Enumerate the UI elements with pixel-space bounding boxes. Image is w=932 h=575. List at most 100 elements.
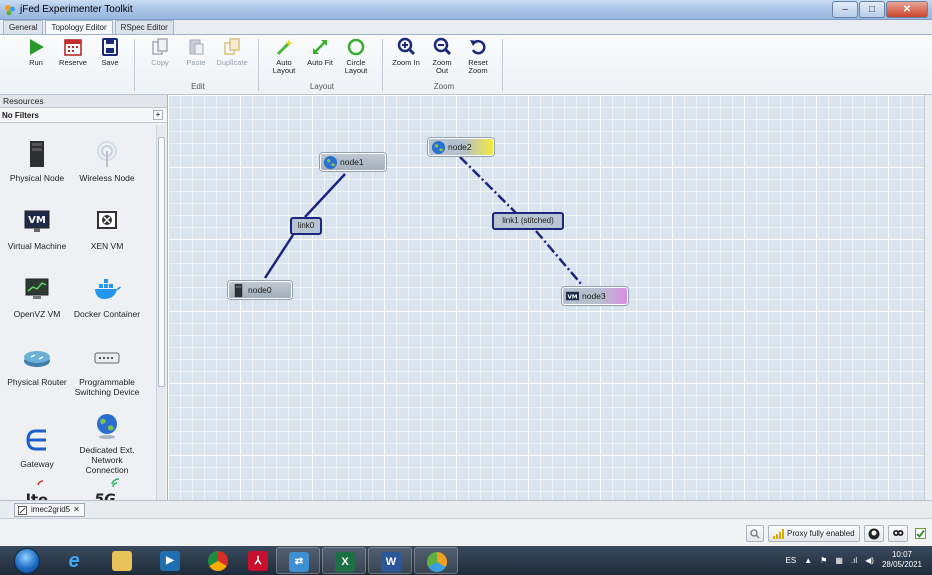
svg-text:5G: 5G [94,492,115,500]
canvas-scrollbar[interactable] [924,95,932,500]
ribbon-toolbar: Run Reserve Save Copy Paste Duplicate Ed… [0,35,932,95]
signal-icon[interactable]: .ıl [851,556,857,565]
duplicate-label: Duplicate [216,58,248,67]
search-key-button[interactable] [746,525,764,542]
taskbar-ie[interactable]: e [52,547,96,574]
run-button[interactable]: Run [20,37,52,83]
proxy-status-button[interactable]: Proxy fully enabled [768,525,860,542]
reset-zoom-button[interactable]: Reset Zoom [462,37,494,83]
resource-physical-node[interactable]: Physical Node [2,139,72,183]
zoom-group-label: Zoom [433,82,455,91]
paste-button[interactable]: Paste [180,37,212,83]
system-tray: ES ▲ ⚑ ▦ .ıl ◀) 10:07 28/05/2021 [786,550,922,570]
circle-layout-label: Circle Layout [344,58,368,75]
close-button[interactable]: ✕ [886,1,928,18]
globe-icon [323,155,338,170]
taskbar-excel[interactable]: X [322,547,366,574]
filter-row[interactable]: No Filters + [0,108,167,123]
chrome-icon [208,551,228,571]
globe-icon [431,140,446,155]
resource-dedicated-ext-network[interactable]: Dedicated Ext. Network Connection [72,411,142,475]
taskbar-network-tool[interactable]: ⇄ [276,547,320,574]
taskbar-word[interactable]: W [368,547,412,574]
tab-general[interactable]: General [3,20,44,34]
network-tool-icon: ⇄ [289,552,309,572]
zoom-out-label: Zoom Out [432,58,452,75]
taskbar-media-player[interactable]: ▶ [148,547,192,574]
add-filter-button[interactable]: + [153,110,163,120]
xen-icon [97,211,117,229]
users-button[interactable] [888,525,908,542]
resource-lte[interactable]: lte [2,477,72,500]
taskbar-jfed[interactable] [414,547,458,574]
antenna-icon [97,141,117,167]
taskbar-acrobat[interactable]: ⅄ [236,547,280,574]
slice-tabs: imec2grid5 ✕ [0,500,932,518]
vm-icon: VM [565,291,580,300]
resources-panel: Resources No Filters + Physical Node Wir… [0,95,168,500]
duplicate-button[interactable]: Duplicate [216,37,248,83]
taskbar-chrome[interactable] [196,547,240,574]
edit-group-label: Edit [191,82,205,91]
auto-fit-button[interactable]: Auto Fit [304,37,336,83]
clock[interactable]: 10:07 28/05/2021 [882,550,922,570]
reserve-label: Reserve [59,58,87,67]
resource-grid: Physical Node Wireless Node VM Virtual M… [0,125,155,500]
media-player-icon: ▶ [160,551,180,571]
play-icon [30,39,44,55]
node-node0[interactable]: node0 [228,281,292,299]
tab-rspec-editor[interactable]: RSpec Editor [114,20,174,34]
resource-5g[interactable]: 5G [72,477,142,500]
zoom-out-icon [433,37,452,56]
node3-label: node3 [582,291,606,301]
save-button[interactable]: Save [94,37,126,83]
slice-tab-imec2grid5[interactable]: imec2grid5 ✕ [14,503,85,517]
gateway-icon [26,429,46,451]
volume-icon[interactable]: ◀) [865,556,874,565]
maximize-button[interactable]: □ [859,1,885,18]
node-node2[interactable]: node2 [428,138,494,156]
copy-button[interactable]: Copy [144,37,176,83]
close-tab-icon[interactable]: ✕ [73,505,80,514]
node2-label: node2 [448,142,472,152]
zoom-out-button[interactable]: Zoom Out [426,37,458,83]
flag-icon[interactable]: ⚑ [820,556,827,565]
link-link0[interactable]: link0 [290,217,322,235]
minimize-button[interactable]: – [832,1,858,18]
node0-label: node0 [248,285,272,295]
resource-xen-vm[interactable]: XEN VM [72,207,142,251]
resource-physical-router[interactable]: Physical Router [2,343,72,387]
network-icon[interactable]: ▦ [835,556,843,565]
resource-openvz-vm[interactable]: OpenVZ VM [2,275,72,319]
language-indicator[interactable]: ES [786,556,797,565]
taskbar-explorer[interactable] [100,547,144,574]
start-button[interactable] [14,548,40,574]
save-label: Save [101,58,119,67]
paste-label: Paste [186,58,206,67]
resource-virtual-machine[interactable]: VM Virtual Machine [2,207,72,251]
node-node3[interactable]: VM node3 [562,287,628,305]
show-hidden-icons[interactable]: ▲ [804,556,812,565]
reserve-button[interactable]: Reserve [57,37,89,83]
router-icon [24,351,50,367]
clock-time: 10:07 [891,550,912,559]
github-button[interactable] [864,525,884,542]
resources-scroll-thumb[interactable] [158,137,165,387]
resources-scrollbar[interactable] [156,125,166,500]
window-title: jFed Experimenter Toolkit [20,4,133,15]
check-icon [915,528,926,539]
topology-canvas[interactable]: node1 node2 node0 VM node3 link0 link1 (… [168,95,924,500]
resource-gateway[interactable]: Gateway [2,425,72,469]
jfed-logo-icon [5,5,15,16]
taskbar: e ▶ ⅄ ⇄ X W ES ▲ ⚑ ▦ .ıl ◀) 10:07 28/05/… [0,546,932,575]
auto-layout-button[interactable]: Auto Layout [268,37,300,83]
zoom-in-button[interactable]: Zoom In [390,37,422,83]
resource-wireless-node[interactable]: Wireless Node [72,139,142,183]
resource-programmable-switching-device[interactable]: Programmable Switching Device [72,343,142,397]
circle-layout-button[interactable]: Circle Layout [340,37,372,83]
node-node1[interactable]: node1 [320,153,386,171]
status-bar: Proxy fully enabled [0,518,932,546]
link-link1-stitched[interactable]: link1 (stitched) [492,212,564,230]
tab-topology-editor[interactable]: Topology Editor [45,20,113,34]
resource-docker-container[interactable]: Docker Container [72,275,142,319]
